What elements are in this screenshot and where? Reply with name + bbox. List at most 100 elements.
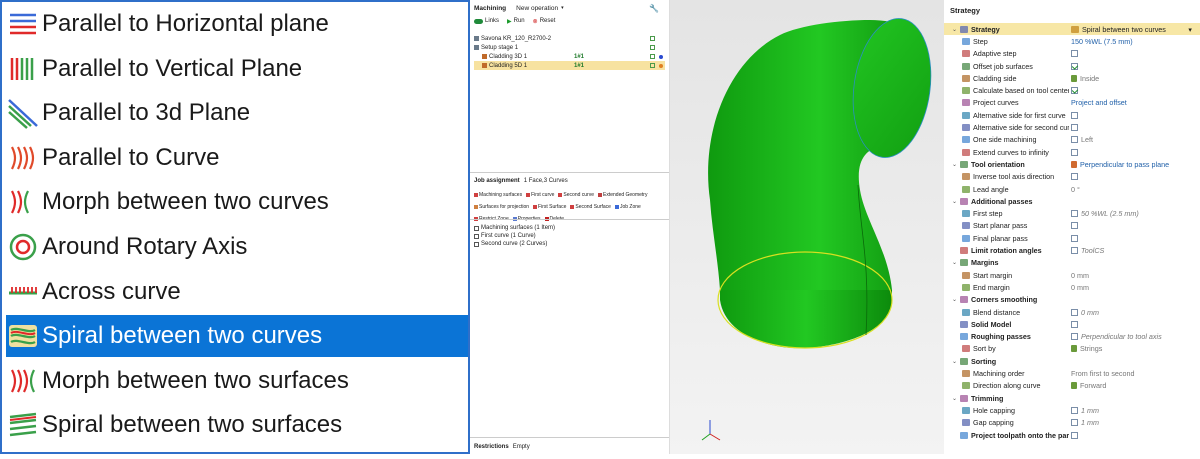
property-row[interactable]: ⌄ Additional passes (944, 195, 1200, 207)
chevron-down-icon[interactable]: ⌄ (952, 259, 960, 266)
property-row[interactable]: Project toolpath onto the part (944, 429, 1200, 441)
chevron-down-icon[interactable]: ⌄ (952, 395, 960, 402)
visibility-checkbox[interactable] (650, 63, 655, 68)
property-row[interactable]: Hole capping 1 mm (944, 404, 1200, 416)
elbow-pipe-model[interactable] (670, 0, 944, 454)
property-row[interactable]: Project curves Project and offset (944, 97, 1200, 109)
property-row[interactable]: Sort by Strings (944, 343, 1200, 355)
property-row[interactable]: ⌄ Tool orientation Perpendicular to pass p… (944, 158, 1200, 170)
job-button[interactable]: Job Zone (614, 202, 641, 213)
wrench-icon[interactable]: 🔧 (649, 4, 659, 13)
job-button[interactable]: Surfaces for projection (474, 202, 529, 213)
operation-tree-item[interactable]: Cladding 5D 1 1#1 (474, 61, 665, 70)
property-row[interactable]: Alternative side for first curve (944, 109, 1200, 121)
property-row[interactable]: ⌄ Trimming (944, 392, 1200, 404)
job-button[interactable]: First Surface (533, 202, 566, 213)
property-row[interactable]: Start margin 0 mm (944, 269, 1200, 281)
reset-button[interactable]: Reset (540, 18, 556, 24)
property-checkbox[interactable] (1071, 148, 1078, 156)
property-row[interactable]: ⌄ Strategy Spiral between two curves ▾ (944, 23, 1200, 36)
reset-icon[interactable]: ⊗ (533, 18, 538, 25)
links-toggle-icon[interactable] (474, 18, 483, 24)
machining-tab[interactable]: Machining (474, 5, 506, 12)
operation-tree-item[interactable]: Savona KR_120_R2700-2 (474, 34, 665, 43)
job-button[interactable]: Extended Geometry (598, 190, 647, 201)
property-value[interactable]: 0 ° (1071, 185, 1080, 194)
property-row[interactable]: Adaptive step (944, 48, 1200, 60)
job-button[interactable]: First curve (526, 190, 554, 201)
property-row[interactable]: Offset job surfaces (944, 60, 1200, 72)
property-value[interactable]: Strings (1080, 344, 1102, 353)
property-row[interactable]: Machining order From first to second (944, 367, 1200, 379)
property-row[interactable]: One side machining Left (944, 134, 1200, 146)
visibility-checkbox[interactable] (650, 54, 655, 59)
property-row[interactable]: Solid Model (944, 318, 1200, 330)
property-value[interactable]: Inside (1080, 74, 1099, 83)
property-row[interactable]: Limit rotation angles ToolCS (944, 244, 1200, 256)
property-checkbox[interactable] (1071, 234, 1078, 242)
property-checkbox[interactable] (1071, 247, 1078, 255)
property-checkbox[interactable] (1071, 333, 1078, 341)
job-button[interactable]: Machining surfaces (474, 190, 522, 201)
chevron-down-icon[interactable]: ⌄ (952, 358, 960, 365)
strategy-option[interactable]: Around Rotary Axis (6, 226, 468, 268)
property-row[interactable]: Step 150 %WL (7.5 mm) (944, 35, 1200, 47)
property-value[interactable]: Forward (1080, 381, 1106, 390)
property-row[interactable]: Gap capping 1 mm (944, 417, 1200, 429)
property-checkbox[interactable] (1071, 210, 1078, 218)
property-checkbox[interactable] (1071, 320, 1078, 328)
property-row[interactable]: ⌄ Margins (944, 257, 1200, 269)
property-checkbox[interactable] (1071, 308, 1078, 316)
property-checkbox[interactable] (1071, 406, 1078, 414)
job-tree-item[interactable]: Machining surfaces (1 Item) (474, 224, 665, 232)
links-button[interactable]: Links (485, 18, 499, 24)
strategy-option[interactable]: Spiral between two curves (6, 315, 468, 358)
operation-tree-item[interactable]: Cladding 3D 1 1#1 (474, 52, 665, 61)
job-button[interactable]: Second curve (558, 190, 594, 201)
property-value[interactable]: From first to second (1071, 369, 1135, 378)
property-row[interactable]: Alternative side for second curve (944, 121, 1200, 133)
job-tree-checkbox[interactable] (474, 233, 479, 239)
property-row[interactable]: ⌄ Sorting (944, 355, 1200, 367)
property-row[interactable]: Extend curves to infinity (944, 146, 1200, 158)
3d-viewport[interactable] (670, 0, 944, 454)
property-checkbox[interactable] (1071, 62, 1078, 70)
strategy-option[interactable]: Spiral between two surfaces (6, 404, 468, 446)
property-value[interactable]: Perpendicular to pass plane (1080, 160, 1169, 169)
strategy-option[interactable]: Parallel to Vertical Plane (6, 48, 468, 90)
property-row[interactable]: Start planar pass (944, 220, 1200, 232)
visibility-checkbox[interactable] (650, 45, 655, 50)
property-value[interactable]: Project and offset (1071, 98, 1127, 107)
property-checkbox[interactable] (1071, 419, 1078, 427)
property-checkbox[interactable] (1071, 111, 1078, 119)
property-value[interactable]: 0 mm (1071, 283, 1089, 292)
property-row[interactable]: ⌄ Corners smoothing (944, 294, 1200, 306)
property-checkbox[interactable] (1071, 124, 1078, 132)
property-checkbox[interactable] (1071, 431, 1078, 439)
property-value[interactable]: 0 mm (1071, 271, 1089, 280)
property-row[interactable]: Final planar pass (944, 232, 1200, 244)
property-checkbox[interactable] (1071, 173, 1078, 181)
property-row[interactable]: Blend distance 0 mm (944, 306, 1200, 318)
job-tree-item[interactable]: First curve (1 Curve) (474, 232, 665, 240)
run-icon[interactable]: ▶ (507, 18, 512, 25)
property-checkbox[interactable] (1071, 222, 1078, 230)
chevron-down-icon[interactable]: ⌄ (952, 198, 960, 205)
property-checkbox[interactable] (1071, 50, 1078, 58)
chevron-down-icon[interactable]: ⌄ (952, 26, 960, 33)
visibility-checkbox[interactable] (650, 36, 655, 41)
strategy-option[interactable]: Parallel to Horizontal plane (6, 3, 468, 45)
dropdown-arrow-icon[interactable]: ▾ (1188, 25, 1192, 34)
run-button[interactable]: Run (514, 18, 525, 24)
new-operation-dropdown[interactable]: New operation (516, 5, 558, 12)
property-row[interactable]: Calculate based on tool center (944, 85, 1200, 97)
property-row[interactable]: Roughing passes Perpendicular to tool axi… (944, 331, 1200, 343)
strategy-option[interactable]: Across curve (6, 271, 468, 313)
property-row[interactable]: Inverse tool axis direction (944, 171, 1200, 183)
job-tree-checkbox[interactable] (474, 241, 479, 247)
job-tree-checkbox[interactable] (474, 225, 479, 231)
chevron-down-icon[interactable]: ⌄ (952, 161, 960, 168)
property-checkbox[interactable] (1071, 87, 1078, 95)
property-checkbox[interactable] (1071, 136, 1078, 144)
job-button[interactable]: Second Surface (570, 202, 611, 213)
